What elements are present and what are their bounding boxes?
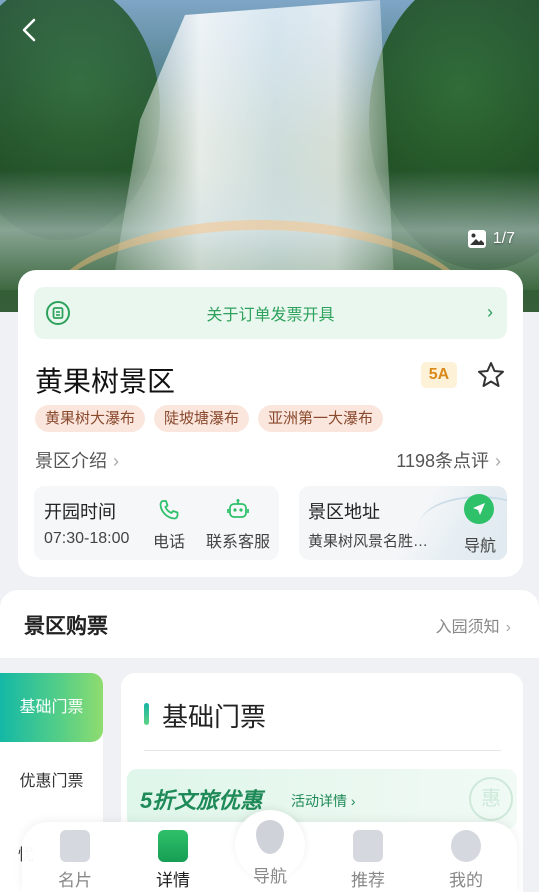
chevron-right-icon: › [113, 451, 119, 471]
opening-hours-title: 开园时间 [44, 502, 116, 522]
nav-label: 推荐 [351, 871, 385, 890]
discount-stamp-icon: 惠 [469, 777, 513, 821]
phone-button[interactable]: 电话 [151, 498, 187, 552]
navigate-arrow-icon [473, 503, 485, 515]
promo-detail-label: 活动详情 [291, 793, 347, 809]
reviews-link[interactable]: 1198条点评 › [396, 447, 501, 473]
scenic-info-card: 关于订单发票开具 › 黄果树景区 5A 黄果树大瀑布 陡坡塘瀑布 亚洲第一大瀑布… [18, 270, 523, 577]
ticket-section-title: 景区购票 [24, 615, 108, 638]
entry-notice-label: 入园须知 [435, 619, 500, 636]
nav-label: 详情 [156, 871, 190, 890]
tag-item[interactable]: 陡坡塘瀑布 [154, 405, 250, 432]
nav-tab-card[interactable]: 名片 [45, 830, 105, 891]
rating-level-badge: 5A [421, 362, 457, 388]
photo-counter[interactable]: 1/7 [467, 229, 515, 249]
gallery-icon [467, 230, 486, 248]
opening-hours-box: 开园时间 07:30-18:00 电话 联系客服 [34, 486, 279, 560]
tab-discount-ticket[interactable]: 优惠门票 [0, 747, 103, 816]
favorite-star-icon[interactable] [476, 360, 506, 390]
bottom-navigation: 名片 详情 导航 推荐 我的 [22, 810, 517, 892]
details-icon [158, 830, 188, 862]
title-accent-bar [144, 703, 149, 725]
divider [144, 750, 501, 751]
customer-service-button[interactable]: 联系客服 [202, 498, 274, 552]
address-text: 黄果树风景名胜… [308, 533, 429, 550]
nav-label: 导航 [253, 867, 287, 886]
hero-image[interactable]: 1/7 [0, 0, 539, 312]
nav-tab-details[interactable]: 详情 [143, 830, 203, 891]
navigation-label: 导航 [464, 538, 497, 555]
chevron-right-icon: › [487, 302, 493, 322]
nav-tab-navigation[interactable]: 导航 [235, 810, 305, 886]
nav-tab-recommend[interactable]: 推荐 [338, 830, 398, 891]
bookmark-icon [353, 830, 383, 862]
tag-item[interactable]: 亚洲第一大瀑布 [258, 405, 384, 432]
chevron-left-icon [22, 18, 36, 42]
robot-icon [227, 499, 249, 518]
profile-icon [451, 830, 481, 862]
ticket-section-header: 景区购票 入园须知 › [0, 590, 539, 658]
back-button[interactable] [14, 14, 46, 46]
phone-label: 电话 [152, 534, 185, 551]
invoice-icon [46, 301, 70, 325]
navigation-button[interactable] [464, 494, 494, 524]
promo-banner[interactable]: 5折文旅优惠 活动详情 › 惠 [127, 769, 517, 829]
opening-hours-time: 07:30-18:00 [44, 530, 130, 547]
tag-item[interactable]: 黄果树大瀑布 [35, 405, 146, 432]
invoice-notice-bar[interactable]: 关于订单发票开具 › [34, 287, 507, 339]
ticket-panel-title: 基础门票 [162, 702, 267, 732]
address-title: 景区地址 [308, 502, 380, 522]
entry-notice-link[interactable]: 入园须知 › [436, 613, 511, 637]
promo-title: 5折文旅优惠 [140, 788, 263, 813]
nav-label: 名片 [58, 871, 92, 890]
promo-detail-link[interactable]: 活动详情 › [291, 791, 356, 811]
photo-count-text: 1/7 [492, 230, 515, 247]
card-icon [60, 830, 90, 862]
scenic-intro-link[interactable]: 景区介绍 › [35, 447, 119, 473]
tag-list: 黄果树大瀑布 陡坡塘瀑布 亚洲第一大瀑布 [35, 405, 384, 432]
chevron-right-icon: › [495, 451, 501, 471]
nav-tab-profile[interactable]: 我的 [436, 830, 496, 891]
map-pin-icon [256, 820, 284, 854]
address-box[interactable]: 景区地址 黄果树风景名胜… 导航 [299, 486, 507, 560]
scenic-spot-name: 黄果树景区 [35, 366, 176, 397]
chevron-right-icon: › [505, 619, 511, 636]
reviews-count-label: 1198条点评 [396, 451, 489, 471]
invoice-notice-text: 关于订单发票开具 [206, 307, 335, 324]
phone-icon [159, 500, 179, 520]
scenic-intro-label: 景区介绍 [35, 451, 107, 471]
customer-service-label: 联系客服 [205, 534, 270, 551]
nav-label: 我的 [449, 871, 483, 890]
tab-basic-ticket[interactable]: 基础门票 [0, 673, 103, 742]
